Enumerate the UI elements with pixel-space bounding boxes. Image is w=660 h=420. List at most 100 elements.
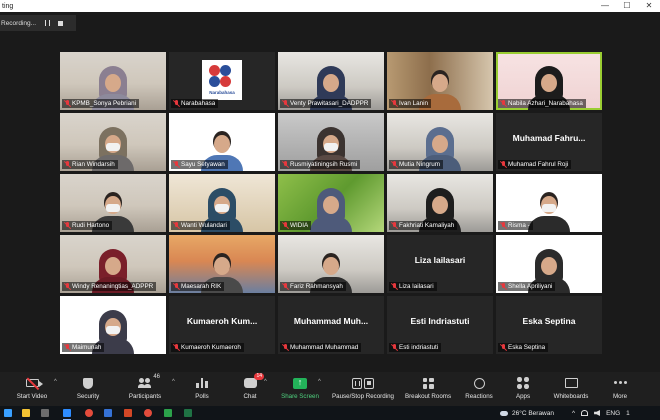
participant-tile[interactable]: Esti Indriastuti Esti indriastuti xyxy=(387,296,493,354)
mic-muted-icon xyxy=(499,221,507,230)
participant-name-tag: Liza lailasari xyxy=(389,282,437,291)
pause-stop-icon xyxy=(352,377,374,389)
participant-name-tag: Rian Windarsih xyxy=(62,160,118,169)
share-caret[interactable]: ^ xyxy=(318,379,321,385)
apps-button[interactable]: Apps xyxy=(512,372,534,406)
chrome-taskbar-icon[interactable] xyxy=(85,409,93,417)
more-button[interactable]: More xyxy=(608,372,632,406)
start-video-button[interactable]: Start Video ^ xyxy=(14,372,57,406)
chat-caret[interactable]: ^ xyxy=(264,379,267,385)
participant-tile[interactable]: KPMB_Sonya Pebriani xyxy=(60,52,166,110)
reactions-button[interactable]: Reactions xyxy=(464,372,494,406)
participant-tile[interactable]: Eska Septina Eska Septina xyxy=(496,296,602,354)
powerpoint-taskbar-icon[interactable] xyxy=(124,409,132,417)
participant-name: Ivan Lanin xyxy=(399,100,429,107)
security-button[interactable]: Security xyxy=(74,372,102,406)
participant-name-tag: Risma - xyxy=(498,221,533,230)
participants-label: Participants xyxy=(128,393,162,400)
whatsapp-taskbar-icon[interactable] xyxy=(164,409,172,417)
recording-indicator: Recording... xyxy=(0,15,76,31)
participants-icon xyxy=(138,378,152,388)
participant-tile[interactable]: Narabahasa Narabahasa xyxy=(169,52,275,110)
mic-muted-icon xyxy=(63,343,71,352)
chat-icon xyxy=(243,378,257,388)
participant-name-tag: Venty Prawitasari_DADPPR xyxy=(280,99,372,108)
file-explorer-icon[interactable] xyxy=(22,409,30,417)
excel-taskbar-icon[interactable] xyxy=(184,409,192,417)
maximize-button[interactable]: ☐ xyxy=(616,0,638,12)
participant-tile[interactable]: Windy Renaningtias_ADPPR xyxy=(60,235,166,293)
participant-tile[interactable]: Rusmiyatiningsih Rusmi xyxy=(278,113,384,171)
mic-muted-icon xyxy=(281,99,289,108)
mic-muted-icon xyxy=(390,221,398,230)
mic-muted-icon xyxy=(63,221,71,230)
minimize-button[interactable]: — xyxy=(594,0,616,12)
start-menu-icon[interactable] xyxy=(4,409,12,417)
participant-tile[interactable]: Sayu Setyawan xyxy=(169,113,275,171)
participants-caret[interactable]: ^ xyxy=(172,379,175,385)
network-icon[interactable] xyxy=(581,410,589,416)
participant-tile[interactable]: Rudi Hartono xyxy=(60,174,166,232)
browser-taskbar-icon[interactable] xyxy=(144,409,152,417)
mic-muted-icon xyxy=(172,343,180,352)
participant-name: Rudi Hartono xyxy=(72,222,110,229)
tray-chevron-icon[interactable]: ^ xyxy=(572,410,575,417)
participant-tile[interactable]: Fakhriati Kamaliyah xyxy=(387,174,493,232)
participant-name: Muhamad Fahrul Roji xyxy=(508,161,569,168)
apps-label: Apps xyxy=(515,393,531,400)
participant-name: Risma - xyxy=(508,222,530,229)
word-taskbar-icon[interactable] xyxy=(104,409,112,417)
close-button[interactable]: ✕ xyxy=(638,0,660,12)
share-screen-button[interactable]: Share Screen ^ xyxy=(280,372,321,406)
polls-button[interactable]: Polls xyxy=(190,372,214,406)
taskbar-app-icon[interactable] xyxy=(41,409,49,417)
participant-name: Rian Windarsih xyxy=(72,161,115,168)
pause-recording-button[interactable] xyxy=(42,18,53,29)
clock-text[interactable]: 1 xyxy=(626,410,630,417)
participant-tile[interactable]: Ivan Lanin xyxy=(387,52,493,110)
stop-icon xyxy=(58,20,64,26)
participant-name: Sayu Setyawan xyxy=(181,161,225,168)
participant-tile[interactable]: WIDIA xyxy=(278,174,384,232)
whiteboards-button[interactable]: Whiteboards xyxy=(552,372,590,406)
participant-tile[interactable]: Rian Windarsih xyxy=(60,113,166,171)
participant-name-tag: Muhamad Fahrul Roji xyxy=(498,160,572,169)
participant-name: Esti indriastuti xyxy=(399,344,439,351)
pause-stop-recording-button[interactable]: Pause/Stop Recording xyxy=(332,372,394,406)
stop-recording-button[interactable] xyxy=(55,18,66,29)
participant-name-tag: WIDIA xyxy=(280,221,312,230)
participant-tile[interactable]: Muhammad Muh... Muhammad Muhammad xyxy=(278,296,384,354)
participant-tile[interactable]: Liza lailasari Liza lailasari xyxy=(387,235,493,293)
breakout-rooms-button[interactable]: Breakout Rooms xyxy=(404,372,452,406)
chat-label: Chat xyxy=(243,393,257,400)
participant-name-tag: Rudi Hartono xyxy=(62,221,113,230)
participant-tile[interactable]: Venty Prawitasari_DADPPR xyxy=(278,52,384,110)
volume-icon[interactable] xyxy=(594,410,601,416)
participant-tile[interactable]: Shella Apriliyani xyxy=(496,235,602,293)
participant-tile[interactable]: Maesarah RIK xyxy=(169,235,275,293)
participant-tile[interactable]: Fariz Rahmansyah xyxy=(278,235,384,293)
polls-icon xyxy=(196,378,208,388)
polls-label: Polls xyxy=(195,393,209,400)
participant-name-tag: Esti indriastuti xyxy=(389,343,442,352)
participant-name: Maimunah xyxy=(72,344,102,351)
reactions-icon xyxy=(473,377,485,389)
weather-widget[interactable]: 26°C Berawan xyxy=(500,406,554,420)
mic-muted-icon xyxy=(390,160,398,169)
participant-tile[interactable]: Mutia Ningrum xyxy=(387,113,493,171)
participant-display-name: Muhamad Fahru... xyxy=(512,133,586,143)
zoom-taskbar-icon[interactable] xyxy=(63,409,71,420)
participant-tile[interactable]: Risma - xyxy=(496,174,602,232)
video-options-caret[interactable]: ^ xyxy=(54,379,57,385)
mic-muted-icon xyxy=(499,282,507,291)
participant-tile[interactable]: Kumaeroh Kum... Kumaeroh Kumaeroh xyxy=(169,296,275,354)
participant-tile[interactable]: Maimunah xyxy=(60,296,166,354)
participant-name-tag: Sayu Setyawan xyxy=(171,160,228,169)
window-controls: — ☐ ✕ xyxy=(594,0,660,12)
chat-button[interactable]: 14 Chat ^ xyxy=(238,372,267,406)
language-indicator[interactable]: ENG xyxy=(606,410,620,417)
participant-tile[interactable]: Wanti Wulandari xyxy=(169,174,275,232)
participant-tile[interactable]: Nabila Azhari_Narabahasa xyxy=(496,52,602,110)
participants-button[interactable]: 46 Participants ^ xyxy=(126,372,175,406)
participant-tile[interactable]: Muhamad Fahru... Muhamad Fahrul Roji xyxy=(496,113,602,171)
